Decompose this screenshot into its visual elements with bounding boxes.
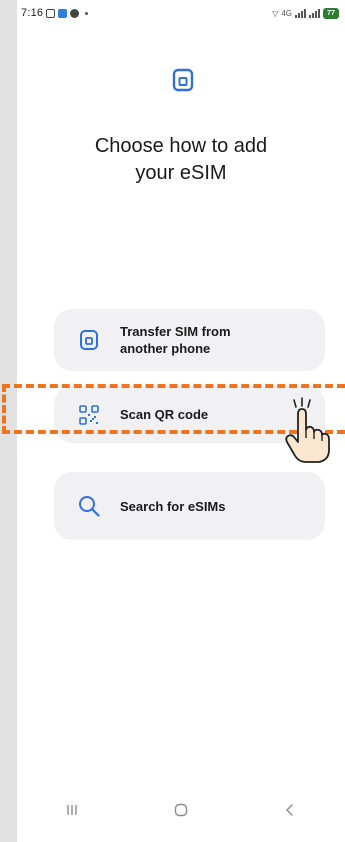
recents-button[interactable] (52, 795, 92, 825)
scan-qr-option[interactable]: Scan QR code (54, 386, 325, 443)
system-nav-bar (17, 790, 345, 830)
search-esims-option[interactable]: Search for eSIMs (54, 472, 325, 540)
page-title: Choose how to add your eSIM (17, 133, 345, 187)
transfer-sim-label: Transfer SIM from another phone (120, 324, 231, 356)
status-bar: 7:16 ▽ 4G 77 (17, 0, 345, 26)
gallery-notification-icon (46, 8, 56, 18)
search-esims-label: Search for eSIMs (120, 498, 226, 514)
network-type-label: 4G (281, 8, 292, 18)
battery-icon: 77 (323, 7, 339, 19)
qr-code-icon (78, 404, 100, 426)
scan-qr-label: Scan QR code (120, 407, 209, 422)
sim-card-icon (78, 329, 100, 351)
search-icon (78, 495, 100, 517)
transfer-sim-option[interactable]: Transfer SIM from another phone (54, 309, 325, 371)
status-left: 7:16 (21, 7, 89, 19)
mute-icon: ▽ (272, 8, 279, 18)
sim-card-header-icon (172, 68, 194, 92)
status-time: 7:16 (21, 7, 44, 19)
home-icon (174, 803, 188, 817)
message-notification-icon (70, 8, 80, 18)
back-button[interactable] (270, 795, 310, 825)
recents-icon (66, 805, 77, 815)
esim-setup-screen: 7:16 ▽ 4G 77 Choose how to add your eSIM (17, 0, 345, 842)
battery-level: 77 (327, 9, 335, 17)
home-button[interactable] (161, 795, 201, 825)
signal-2-icon (309, 8, 320, 18)
signal-icon (295, 8, 306, 18)
more-notifications-dot-icon (85, 11, 89, 15)
status-right: ▽ 4G 77 (272, 7, 339, 19)
app-notification-icon (58, 8, 68, 18)
page-title-line2: your eSIM (135, 162, 227, 185)
page-title-line1: Choose how to add (94, 135, 268, 158)
back-icon (286, 804, 294, 816)
